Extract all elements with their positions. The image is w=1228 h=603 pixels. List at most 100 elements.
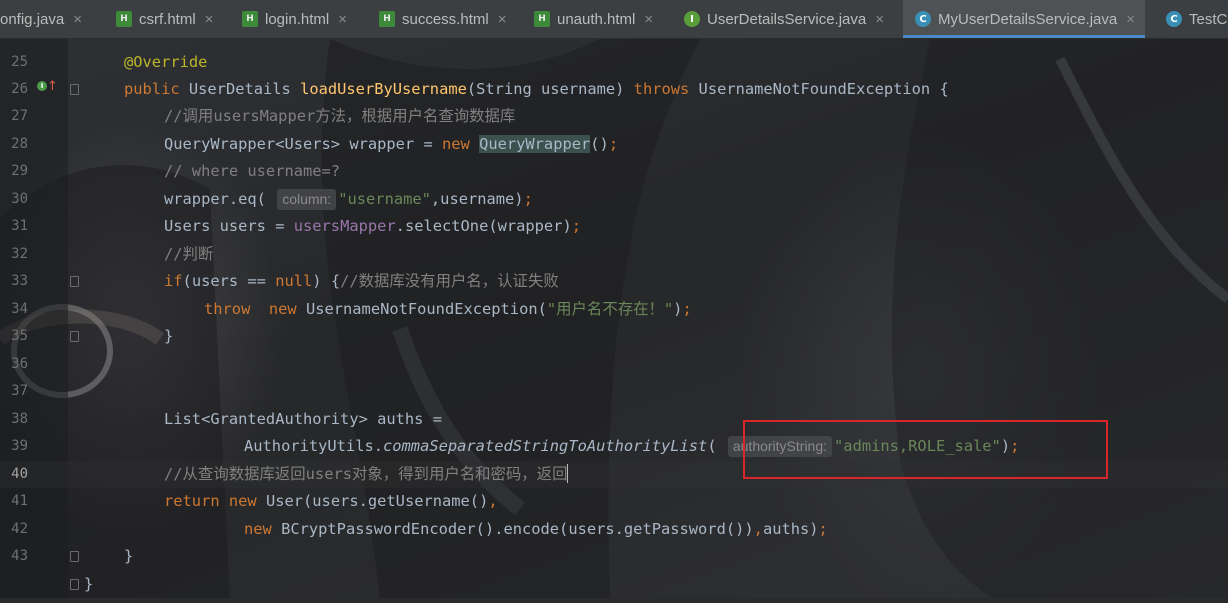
line-number: 37 <box>11 383 28 399</box>
comma-token: , <box>753 520 763 538</box>
comment-token: //数据库没有用户名，认证失败 <box>340 272 559 290</box>
code-line: 43 } <box>0 543 1228 570</box>
code-token: User(users.getUsername() <box>265 492 489 510</box>
keyword-token: new <box>244 520 282 538</box>
ide-window: onfig.java × H csrf.html × H login.html … <box>0 0 1228 603</box>
close-icon[interactable]: × <box>338 11 347 28</box>
keyword-token: throw <box>204 300 269 318</box>
close-icon[interactable]: × <box>644 11 653 28</box>
line-code: public UserDetails loadUserByUsername(St… <box>124 76 949 103</box>
semicolon-token: ; <box>523 190 533 208</box>
keyword-token: return <box>164 492 229 510</box>
tab-userdetailsservice-java[interactable]: I UserDetailsService.java × <box>684 0 884 38</box>
go-to-super-arrow-icon[interactable]: ↑ <box>47 77 58 97</box>
html-file-icon: H <box>242 11 258 27</box>
fold-toggle-icon[interactable] <box>70 84 79 95</box>
tab-label: UserDetailsService.java <box>707 10 867 28</box>
line-number: 29 <box>11 163 28 179</box>
keyword-token: null <box>275 272 313 290</box>
method-name-token: loadUserByUsername <box>300 80 467 98</box>
code-line: 33 if(users == null) {//数据库没有用户名，认证失败 <box>0 268 1228 295</box>
code-token: ) { <box>312 272 341 290</box>
line-number: 41 <box>11 493 28 509</box>
horizontal-scrollbar[interactable] <box>0 598 1228 603</box>
fold-toggle-icon[interactable] <box>70 579 79 590</box>
line-number: 36 <box>11 356 28 372</box>
tab-config-java[interactable]: onfig.java × <box>0 0 82 38</box>
code-line: 34 throw new UsernameNotFoundException("… <box>0 296 1228 323</box>
html-file-icon: H <box>379 11 395 27</box>
tab-unauth-html[interactable]: H unauth.html × <box>534 0 653 38</box>
close-icon[interactable]: × <box>498 11 507 28</box>
semicolon-token: ; <box>682 300 692 318</box>
close-icon[interactable]: × <box>1126 11 1135 28</box>
code-line: 36 <box>0 351 1228 378</box>
line-number: 32 <box>11 246 28 262</box>
line-code: throw new UsernameNotFoundException("用户名… <box>204 296 692 323</box>
fold-toggle-icon[interactable] <box>70 331 79 342</box>
semicolon-token: ; <box>571 217 582 235</box>
code-token: wrapper.eq( <box>164 190 276 208</box>
code-token: AuthorityUtils. <box>244 437 383 455</box>
annotation-token: @Override <box>124 53 208 71</box>
line-code: return new User(users.getUsername(), <box>164 488 498 515</box>
semicolon-token: ; <box>1010 437 1020 455</box>
code-line: 25 @Override <box>0 49 1228 76</box>
close-icon[interactable]: × <box>875 11 884 28</box>
tab-label: unauth.html <box>557 10 636 28</box>
string-token: "用户名不存在！" <box>546 300 674 318</box>
code-editor[interactable]: 25 @Override 26 I ↑ public UserDetails l… <box>0 39 1228 603</box>
code-line: 29 // where username=? <box>0 158 1228 185</box>
code-token: UsernameNotFoundException( <box>305 300 547 318</box>
highlighted-usage-token: QueryWrapper <box>479 135 591 153</box>
fold-toggle-icon[interactable] <box>70 276 79 287</box>
tab-login-html[interactable]: H login.html × <box>242 0 347 38</box>
comment-token: //调用usersMapper方法，根据用户名查询数据库 <box>164 107 516 125</box>
fold-toggle-icon[interactable] <box>70 551 79 562</box>
code-token: } <box>124 547 134 565</box>
exception-token: UsernameNotFoundException { <box>698 80 949 98</box>
code-token: } <box>84 575 94 593</box>
line-number: 33 <box>11 273 28 289</box>
code-line: 32 //判断 <box>0 241 1228 268</box>
code-line: } <box>0 571 1228 598</box>
code-token: .selectOne(wrapper) <box>395 217 572 235</box>
code-line: 42 new BCryptPasswordEncoder().encode(us… <box>0 516 1228 543</box>
comment-token: //从查询数据库返回users对象，得到用户名和密码，返回 <box>164 465 568 483</box>
semicolon-token: ; <box>818 520 828 538</box>
editor-tab-bar: onfig.java × H csrf.html × H login.html … <box>0 0 1228 39</box>
keyword-token: new <box>268 300 306 318</box>
line-code: QueryWrapper<Users> wrapper = new QueryW… <box>164 131 618 158</box>
class-file-icon: C <box>1166 11 1182 27</box>
tab-success-html[interactable]: H success.html × <box>379 0 506 38</box>
semicolon-token: ; <box>608 135 619 153</box>
line-code: } <box>84 571 93 598</box>
override-method-icon[interactable]: I <box>37 81 47 91</box>
code-line: 41 return new User(users.getUsername(), <box>0 488 1228 515</box>
line-code: List<GrantedAuthority> auths = <box>164 406 442 433</box>
line-code: //判断 <box>164 241 213 268</box>
comment-token: // where username=? <box>164 162 341 180</box>
code-token: ( <box>707 437 726 455</box>
line-code: // where username=? <box>164 158 340 185</box>
tab-label: csrf.html <box>139 10 196 28</box>
code-line: 30 wrapper.eq( column: "username",usernam… <box>0 186 1228 213</box>
line-number: 38 <box>11 411 28 427</box>
text-caret <box>567 464 569 483</box>
tab-myuserdetailsservice-java[interactable]: C MyUserDetailsService.java × <box>903 0 1145 38</box>
tab-csrf-html[interactable]: H csrf.html × <box>116 0 213 38</box>
tab-testc[interactable]: C TestC <box>1166 0 1227 38</box>
line-code: Users users = usersMapper.selectOne(wrap… <box>164 213 581 240</box>
code-token: BCryptPasswordEncoder().encode(users.get… <box>281 520 754 538</box>
parameter-hint: column: <box>277 189 337 210</box>
code-line: 38 List<GrantedAuthority> auths = <box>0 406 1228 433</box>
close-icon[interactable]: × <box>205 11 214 28</box>
line-number: 34 <box>11 301 28 317</box>
string-token: "username" <box>338 190 431 208</box>
tab-label: TestC <box>1189 10 1228 28</box>
params-token: (String username) <box>466 80 634 98</box>
code-line: 37 <box>0 378 1228 405</box>
comma-token: , <box>488 492 498 510</box>
close-icon[interactable]: × <box>73 11 82 28</box>
code-line: 39 AuthorityUtils.commaSeparatedStringTo… <box>0 433 1228 460</box>
